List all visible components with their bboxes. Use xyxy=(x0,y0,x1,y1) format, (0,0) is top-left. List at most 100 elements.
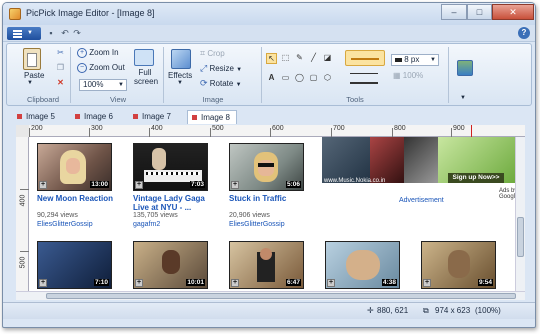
video-user-link[interactable]: EliesGlitterGossip xyxy=(37,221,93,228)
help-icon[interactable]: ? xyxy=(518,27,530,39)
ad-signup-button[interactable]: Sign up Now>> xyxy=(448,173,504,183)
paste-dropdown-icon[interactable]: ▼ xyxy=(27,80,33,86)
tab-image-7[interactable]: Image 7 xyxy=(129,110,185,124)
ellipse-tool-icon[interactable]: ◯ xyxy=(294,73,305,84)
zoom-level-select[interactable]: 100% ▼ xyxy=(79,79,127,91)
rotate-button[interactable]: ⟳ Rotate ▼ xyxy=(200,78,242,89)
add-to-queue-icon[interactable]: + xyxy=(135,181,143,189)
minimize-button[interactable]: – xyxy=(441,4,467,20)
pen-icon[interactable]: ✎ xyxy=(294,53,305,64)
tab-label: Image 7 xyxy=(142,112,171,121)
image-canvas[interactable]: + 13:00 New Moon Reaction 90,294 views E… xyxy=(29,137,515,291)
opacity-icon: ▦ xyxy=(393,71,401,80)
rectangle-tool-icon[interactable]: ▭ xyxy=(280,73,291,84)
cut-icon[interactable]: ✂ xyxy=(55,48,66,59)
color-palette-icon[interactable] xyxy=(457,60,473,76)
line-style-button[interactable] xyxy=(345,50,385,66)
video-duration: 7:10 xyxy=(93,279,109,286)
zoom-out-label: Zoom Out xyxy=(89,63,125,73)
undo-icon[interactable]: ↶ xyxy=(59,27,71,39)
resize-icon: ⤢ xyxy=(200,63,208,73)
vertical-scroll-thumb[interactable] xyxy=(517,217,524,257)
vertical-scrollbar[interactable] xyxy=(515,137,525,291)
horizontal-scroll-thumb[interactable] xyxy=(46,293,516,299)
thin-line-icon[interactable] xyxy=(350,73,378,74)
select-tool-icon[interactable]: ↖ xyxy=(266,53,277,64)
tab-image-8[interactable]: Image 8 xyxy=(187,110,237,124)
add-to-queue-icon[interactable]: + xyxy=(327,279,335,287)
ribbon-separator xyxy=(163,47,164,103)
crop-label: Crop xyxy=(207,49,225,58)
video-views: 90,294 views xyxy=(37,212,78,219)
video-thumbnail[interactable]: + 6:47 xyxy=(229,241,304,289)
video-duration: 4:38 xyxy=(381,279,397,286)
video-thumbnail[interactable]: + 10:01 xyxy=(133,241,208,289)
video-user-link[interactable]: gagafm2 xyxy=(133,221,160,228)
effects-dropdown-icon[interactable]: ▼ xyxy=(177,80,183,86)
close-button[interactable]: ✕ xyxy=(492,4,534,20)
add-to-queue-icon[interactable]: + xyxy=(423,279,431,287)
video-title-link[interactable]: New Moon Reaction xyxy=(37,194,113,203)
redo-icon[interactable]: ↷ xyxy=(71,27,83,39)
text-tool-icon[interactable]: A xyxy=(266,73,277,84)
add-to-queue-icon[interactable]: + xyxy=(231,181,239,189)
add-to-queue-icon[interactable]: + xyxy=(231,279,239,287)
resize-button[interactable]: ⤢ Resize ▼ xyxy=(200,63,242,74)
video-views: 20,906 views xyxy=(229,212,270,219)
video-thumbnail[interactable]: + 4:38 xyxy=(325,241,400,289)
video-title-line: Live at NYU - ... xyxy=(133,203,192,212)
add-to-queue-icon[interactable]: + xyxy=(39,181,47,189)
zoom-out-icon: − xyxy=(77,63,87,73)
delete-icon[interactable]: ✕ xyxy=(55,78,66,89)
copy-icon[interactable]: ❐ xyxy=(55,63,66,74)
line-width-select[interactable]: 8 px ▼ xyxy=(391,54,439,66)
paste-button[interactable]: Paste xyxy=(24,71,44,80)
ad-album-cover xyxy=(370,137,404,183)
ruler-label: 400 xyxy=(151,125,163,132)
save-icon[interactable]: ▪ xyxy=(45,27,57,39)
advertisement-banner[interactable]: www.Music.Nokia.co.in Sign up Now>> xyxy=(322,137,515,187)
vertical-ruler: 400 500 xyxy=(16,137,29,291)
ribbon-separator xyxy=(448,47,449,103)
paste-icon xyxy=(23,48,41,70)
crop-icon: ⌗ xyxy=(200,48,206,58)
tab-image-5[interactable]: Image 5 xyxy=(13,110,69,124)
video-thumbnail[interactable]: + 9:54 xyxy=(421,241,496,289)
cursor-position-icon: ✛ xyxy=(367,306,374,315)
zoom-in-icon: + xyxy=(77,48,87,58)
maximize-button[interactable]: □ xyxy=(467,4,492,20)
horizontal-ruler: 200 300 400 500 600 700 800 900 xyxy=(29,125,525,137)
polygon-tool-icon[interactable]: ⬡ xyxy=(322,73,333,84)
horizontal-scrollbar[interactable] xyxy=(16,291,525,300)
full-screen-button[interactable]: Full screen xyxy=(134,68,159,86)
add-to-queue-icon[interactable]: + xyxy=(135,279,143,287)
add-to-queue-icon[interactable]: + xyxy=(39,279,47,287)
file-menu-button[interactable]: ▼ xyxy=(7,27,41,40)
zoom-in-button[interactable]: + Zoom In xyxy=(77,48,119,58)
rotate-label: Rotate xyxy=(209,79,234,88)
video-title-link[interactable]: Stuck in Traffic xyxy=(229,194,286,203)
color-dropdown-icon[interactable]: ▼ xyxy=(460,95,466,101)
zoom-out-button[interactable]: − Zoom Out xyxy=(77,63,125,73)
eraser-icon[interactable]: ◪ xyxy=(322,53,333,64)
tab-label: Image 8 xyxy=(201,113,230,122)
video-thumbnail[interactable]: + 7:10 xyxy=(37,241,112,289)
effects-button[interactable]: Effects xyxy=(168,71,192,80)
video-thumbnail[interactable]: + 7:03 xyxy=(133,143,208,191)
tab-image-6[interactable]: Image 6 xyxy=(71,110,127,124)
rounded-rectangle-icon[interactable]: ▢ xyxy=(308,73,319,84)
rectangle-select-icon[interactable]: ⬚ xyxy=(280,53,291,64)
video-thumbnail[interactable]: + 5:06 xyxy=(229,143,304,191)
crop-button[interactable]: ⌗ Crop xyxy=(200,48,225,59)
video-title-link[interactable]: Vintage Lady Gaga Live at NYU - ... xyxy=(133,194,205,212)
ads-by-google-link[interactable]: Ads by Google xyxy=(499,188,515,200)
chevron-down-icon: ▼ xyxy=(236,67,243,73)
chevron-down-icon: ▼ xyxy=(118,82,124,88)
opacity-control[interactable]: ▦ 100% xyxy=(393,71,423,80)
video-user-link[interactable]: EliesGlitterGossip xyxy=(229,221,285,228)
video-thumbnail[interactable]: + 13:00 xyxy=(37,143,112,191)
full-screen-label-2: screen xyxy=(134,77,159,86)
brush-icon[interactable]: ╱ xyxy=(308,53,319,64)
chevron-down-icon: ▼ xyxy=(235,82,242,88)
thick-line-icon[interactable] xyxy=(350,82,378,84)
